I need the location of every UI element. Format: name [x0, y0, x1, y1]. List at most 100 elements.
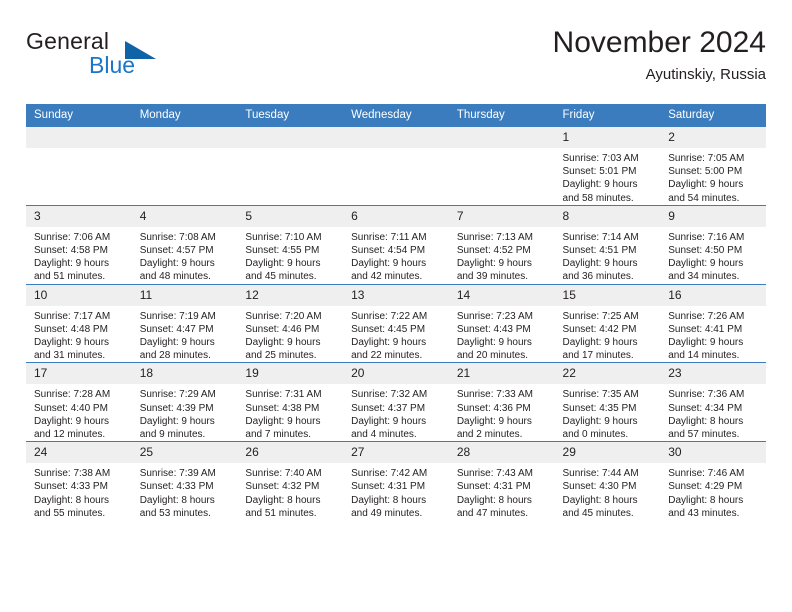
calendar-day-cell[interactable]: 4 Sunrise: 7:08 AM Sunset: 4:57 PM Daylight… [131, 204, 238, 285]
daylight-text-line1: Daylight: 9 hours [456, 258, 532, 270]
daylight-text-line1: Daylight: 8 hours [456, 494, 532, 506]
daylight-text-line2: and 55 minutes. [34, 507, 106, 519]
calendar-day-cell[interactable]: 11 Sunrise: 7:19 AM Sunset: 4:47 PM Dayligh… [131, 283, 238, 363]
day-details: Sunrise: 7:08 AM Sunset: 4:57 PM Daylight:… [132, 227, 238, 284]
day-number: 2 [660, 127, 766, 148]
day-details: Sunrise: 7:25 AM Sunset: 4:42 PM Daylight:… [555, 306, 661, 363]
daylight-text-line1: Daylight: 8 hours [668, 415, 744, 427]
day-details: Sunrise: 7:44 AM Sunset: 4:30 PM Daylight:… [555, 463, 661, 520]
calendar-day-cell[interactable]: 20 Sunrise: 7:32 AM Sunset: 4:37 PM Dayligh… [343, 362, 449, 442]
daylight-text-line1: Daylight: 9 hours [456, 337, 532, 349]
sunrise-text: Sunrise: 7:13 AM [456, 231, 533, 243]
calendar-day-cell[interactable]: 28 Sunrise: 7:43 AM Sunset: 4:31 PM Dayligh… [448, 441, 555, 521]
calendar-day-cell[interactable]: 30 Sunrise: 7:46 AM Sunset: 4:29 PM Dayligh… [660, 441, 766, 521]
daylight-text-line1: Daylight: 9 hours [668, 337, 744, 349]
day-details: Sunrise: 7:39 AM Sunset: 4:33 PM Daylight:… [132, 463, 238, 520]
daylight-text-line1: Daylight: 9 hours [562, 415, 638, 427]
sunset-text: Sunset: 4:52 PM [456, 245, 531, 257]
sunset-text: Sunset: 4:54 PM [351, 245, 426, 257]
day-details: Sunrise: 7:38 AM Sunset: 4:33 PM Daylight:… [26, 463, 132, 520]
sunset-text: Sunset: 4:36 PM [456, 402, 531, 414]
daylight-text-line1: Daylight: 9 hours [34, 258, 110, 270]
calendar-week-row: 3 Sunrise: 7:06 AM Sunset: 4:58 PM Daylight… [26, 204, 766, 285]
daylight-text-line2: and 58 minutes. [562, 192, 634, 204]
day-number: 6 [343, 205, 449, 227]
daylight-text-line1: Daylight: 9 hours [456, 415, 532, 427]
calendar-day-cell[interactable]: 1 Sunrise: 7:03 AM Sunset: 5:01 PM Daylight… [554, 126, 661, 206]
calendar-week-row: 1 Sunrise: 7:03 AM Sunset: 5:01 PM Daylight… [26, 126, 766, 206]
calendar-day-cell[interactable]: 19 Sunrise: 7:31 AM Sunset: 4:38 PM Dayligh… [237, 362, 344, 442]
weekday-header-wednesday: Wednesday [343, 104, 449, 127]
calendar-day-cell[interactable]: 22 Sunrise: 7:35 AM Sunset: 4:35 PM Dayligh… [554, 362, 661, 442]
calendar-day-cell[interactable]: 23 Sunrise: 7:36 AM Sunset: 4:34 PM Dayligh… [660, 362, 766, 442]
day-number: 25 [131, 442, 238, 464]
calendar-day-cell[interactable]: 13 Sunrise: 7:22 AM Sunset: 4:45 PM Dayligh… [343, 283, 449, 363]
calendar-week-row: 17 Sunrise: 7:28 AM Sunset: 4:40 PM Dayligh… [26, 362, 766, 442]
brand-logo[interactable]: General Blue [26, 28, 206, 88]
day-number: 17 [26, 363, 132, 385]
daylight-text-line1: Daylight: 9 hours [34, 415, 110, 427]
sunset-text: Sunset: 4:57 PM [139, 245, 214, 257]
calendar-day-cell[interactable]: 3 Sunrise: 7:06 AM Sunset: 4:58 PM Daylight… [26, 204, 132, 285]
calendar-day-cell[interactable]: 10 Sunrise: 7:17 AM Sunset: 4:48 PM Dayligh… [26, 283, 132, 363]
calendar-day-cell[interactable]: 24 Sunrise: 7:38 AM Sunset: 4:33 PM Dayligh… [26, 441, 132, 521]
daylight-text-line2: and 34 minutes. [668, 271, 740, 283]
calendar-day-cell[interactable]: 12 Sunrise: 7:20 AM Sunset: 4:46 PM Dayligh… [237, 283, 344, 363]
sunrise-text: Sunrise: 7:06 AM [34, 231, 111, 243]
calendar-grid: Sunday Monday Tuesday Wednesday Thursday Frid… [26, 104, 766, 521]
sunset-text: Sunset: 4:38 PM [245, 402, 320, 414]
day-details: Sunrise: 7:10 AM Sunset: 4:55 PM Daylight:… [237, 227, 343, 284]
day-number: 14 [448, 284, 555, 306]
day-number: 26 [237, 442, 344, 464]
day-details: Sunrise: 7:33 AM Sunset: 4:36 PM Daylight:… [449, 384, 555, 441]
day-details: Sunrise: 7:29 AM Sunset: 4:39 PM Daylight:… [132, 384, 238, 441]
calendar-day-cell[interactable]: 27 Sunrise: 7:42 AM Sunset: 4:31 PM Dayligh… [343, 441, 449, 521]
sunrise-text: Sunrise: 7:25 AM [562, 310, 639, 322]
day-number: 9 [660, 205, 766, 227]
day-number: 12 [237, 284, 344, 306]
daylight-text-line2: and 14 minutes. [668, 350, 740, 362]
day-details: Sunrise: 7:31 AM Sunset: 4:38 PM Daylight:… [237, 384, 343, 441]
calendar-day-cell[interactable]: 14 Sunrise: 7:23 AM Sunset: 4:43 PM Dayligh… [448, 283, 555, 363]
day-details: Sunrise: 7:16 AM Sunset: 4:50 PM Daylight:… [660, 227, 766, 284]
calendar-day-cell[interactable]: 25 Sunrise: 7:39 AM Sunset: 4:33 PM Dayligh… [131, 441, 238, 521]
day-details: Sunrise: 7:46 AM Sunset: 4:29 PM Daylight:… [660, 463, 766, 520]
daylight-text-line1: Daylight: 9 hours [34, 337, 110, 349]
daylight-text-line1: Daylight: 9 hours [139, 337, 215, 349]
sunrise-text: Sunrise: 7:39 AM [139, 468, 216, 480]
day-number: 28 [448, 442, 555, 464]
calendar-day-cell[interactable]: 8 Sunrise: 7:14 AM Sunset: 4:51 PM Daylight… [554, 204, 661, 285]
sunset-text: Sunset: 4:51 PM [562, 245, 637, 257]
daylight-text-line1: Daylight: 9 hours [562, 337, 638, 349]
daylight-text-line2: and 51 minutes. [245, 507, 317, 519]
calendar-day-cell[interactable]: 15 Sunrise: 7:25 AM Sunset: 4:42 PM Dayligh… [554, 283, 661, 363]
day-details: Sunrise: 7:11 AM Sunset: 4:54 PM Daylight:… [343, 227, 449, 284]
calendar-day-cell[interactable]: 17 Sunrise: 7:28 AM Sunset: 4:40 PM Dayligh… [26, 362, 132, 442]
sunrise-text: Sunrise: 7:20 AM [245, 310, 322, 322]
sunset-text: Sunset: 4:39 PM [139, 402, 214, 414]
calendar-day-cell[interactable]: 7 Sunrise: 7:13 AM Sunset: 4:52 PM Daylight… [448, 204, 555, 285]
daylight-text-line2: and 20 minutes. [456, 350, 528, 362]
calendar-day-cell[interactable]: 9 Sunrise: 7:16 AM Sunset: 4:50 PM Daylight… [660, 204, 766, 285]
brand-name-general: General [26, 28, 110, 54]
calendar-day-cell[interactable]: 29 Sunrise: 7:44 AM Sunset: 4:30 PM Dayligh… [554, 441, 661, 521]
calendar-day-cell[interactable]: 21 Sunrise: 7:33 AM Sunset: 4:36 PM Dayligh… [448, 362, 555, 442]
day-number: 7 [448, 205, 555, 227]
day-details: Sunrise: 7:23 AM Sunset: 4:43 PM Daylight:… [449, 306, 555, 363]
daylight-text-line2: and 22 minutes. [351, 350, 423, 362]
calendar-day-cell[interactable]: 26 Sunrise: 7:40 AM Sunset: 4:32 PM Dayligh… [237, 441, 344, 521]
daylight-text-line2: and 25 minutes. [245, 350, 317, 362]
sunrise-text: Sunrise: 7:26 AM [668, 310, 745, 322]
calendar-day-cell[interactable]: 5 Sunrise: 7:10 AM Sunset: 4:55 PM Daylight… [237, 204, 344, 285]
day-number [131, 127, 238, 148]
daylight-text-line2: and 42 minutes. [351, 271, 423, 283]
weekday-header-sunday: Sunday [26, 104, 132, 127]
calendar-day-cell[interactable]: 2 Sunrise: 7:05 AM Sunset: 5:00 PM Daylight… [660, 126, 766, 206]
calendar-day-cell[interactable]: 6 Sunrise: 7:11 AM Sunset: 4:54 PM Daylight… [343, 204, 449, 285]
sunrise-text: Sunrise: 7:08 AM [139, 231, 216, 243]
calendar-day-cell[interactable]: 16 Sunrise: 7:26 AM Sunset: 4:41 PM Dayligh… [660, 283, 766, 363]
calendar-day-cell[interactable]: 18 Sunrise: 7:29 AM Sunset: 4:39 PM Dayligh… [131, 362, 238, 442]
sunset-text: Sunset: 4:41 PM [668, 323, 743, 335]
weekday-header-monday: Monday [131, 104, 238, 127]
daylight-text-line1: Daylight: 9 hours [245, 415, 321, 427]
